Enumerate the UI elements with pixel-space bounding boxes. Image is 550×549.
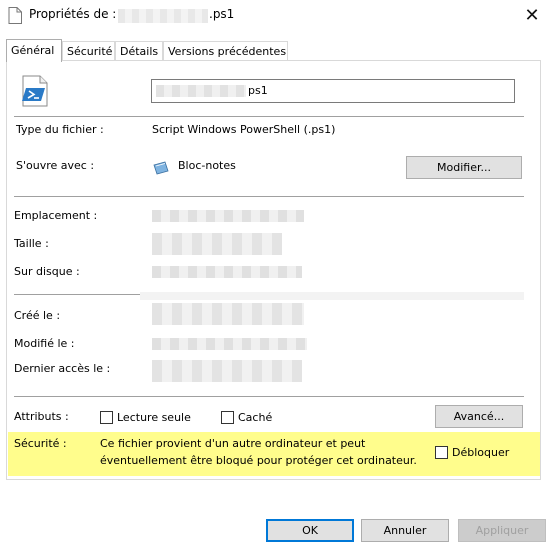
window-title: Propriétés de : [29, 7, 117, 21]
separator [14, 294, 140, 295]
powershell-file-icon [22, 75, 48, 107]
window-title-extension: .ps1 [209, 7, 235, 21]
redacted-location [152, 210, 304, 222]
file-icon [8, 7, 22, 24]
redacted-created-date [152, 303, 304, 325]
security-message-line1: Ce fichier provient d'un autre ordinateu… [100, 437, 366, 450]
close-button[interactable]: ✕ [516, 2, 548, 30]
redacted-modified-date [152, 338, 307, 350]
size-label: Taille : [14, 237, 49, 250]
notepad-icon [153, 161, 169, 175]
title-bar: Propriétés de : .ps1 ✕ [0, 0, 550, 32]
separator [14, 396, 524, 397]
unblock-label: Débloquer [452, 446, 510, 459]
redacted-filename [118, 9, 208, 23]
location-label: Emplacement : [14, 209, 98, 222]
filename-extension: ps1 [248, 84, 268, 97]
advanced-button[interactable]: Avancé... [435, 405, 523, 428]
readonly-label: Lecture seule [117, 411, 191, 424]
hidden-checkbox[interactable] [221, 411, 234, 424]
opens-with-value: Bloc-notes [178, 159, 236, 172]
separator [14, 196, 524, 197]
filename-input[interactable]: ps1 [151, 79, 515, 103]
redacted-filename [156, 85, 246, 97]
tab-general[interactable]: Général [6, 39, 62, 62]
unblock-checkbox[interactable] [435, 446, 448, 459]
security-label: Sécurité : [14, 437, 67, 450]
modified-label: Modifié le : [14, 337, 75, 350]
separator [14, 116, 524, 117]
last-accessed-label: Dernier accès le : [14, 362, 111, 375]
close-icon: ✕ [524, 5, 540, 26]
created-label: Créé le : [14, 309, 61, 322]
disk-size-label: Sur disque : [14, 265, 80, 278]
opens-with-label: S'ouvre avec : [16, 159, 95, 172]
hidden-label: Caché [238, 411, 273, 424]
tab-security[interactable]: Sécurité [62, 41, 115, 61]
security-message-line2: éventuellement être bloqué pour protéger… [100, 454, 417, 467]
tab-previous-versions[interactable]: Versions précédentes [163, 41, 288, 61]
attributes-label: Attributs : [14, 410, 69, 423]
apply-button[interactable]: Appliquer [458, 519, 546, 542]
redacted-size [152, 233, 282, 255]
file-type-label: Type du fichier : [16, 123, 104, 136]
ok-button[interactable]: OK [266, 519, 354, 542]
file-type-value: Script Windows PowerShell (.ps1) [152, 123, 336, 136]
tab-details[interactable]: Détails [115, 41, 163, 61]
readonly-checkbox[interactable] [100, 411, 113, 424]
redacted-accessed-date [152, 360, 302, 382]
redacted-disk-size [152, 266, 302, 278]
redacted-separator-area [140, 292, 524, 300]
cancel-button[interactable]: Annuler [361, 519, 449, 542]
modify-button[interactable]: Modifier... [406, 156, 522, 179]
